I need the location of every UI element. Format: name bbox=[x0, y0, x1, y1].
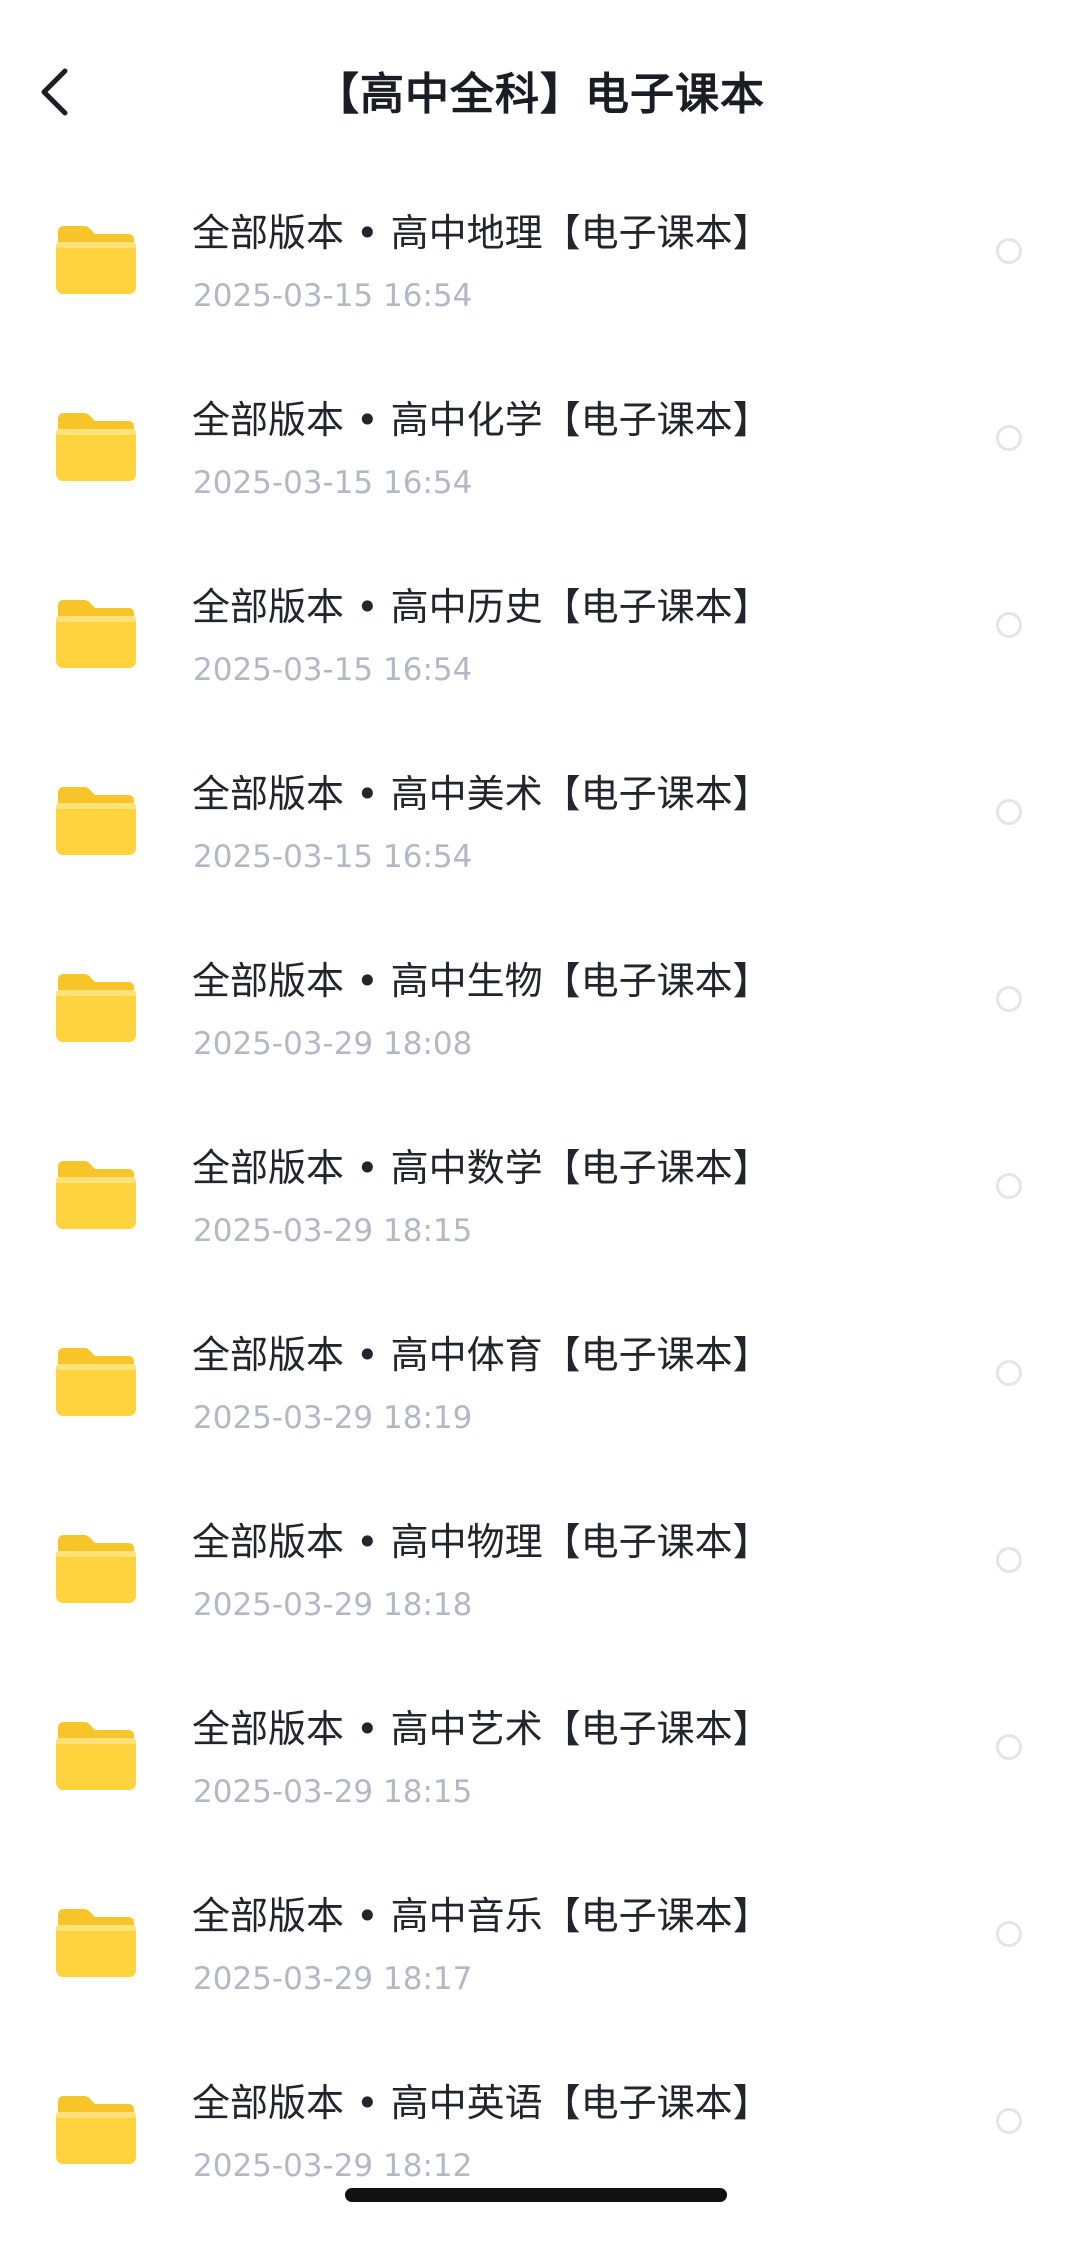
folder-icon bbox=[56, 787, 136, 855]
folder-icon bbox=[56, 1348, 136, 1416]
item-name: 全部版本 • 高中生物【电子课本】 bbox=[192, 959, 771, 1003]
list-item[interactable]: 全部版本 • 高中生物【电子课本】 2025-03-29 18:08 bbox=[0, 938, 1080, 1125]
list-item[interactable]: 全部版本 • 高中地理【电子课本】 2025-03-15 16:54 bbox=[0, 190, 1080, 377]
item-name: 全部版本 • 高中体育【电子课本】 bbox=[192, 1333, 771, 1377]
item-date: 2025-03-29 18:15 bbox=[193, 1774, 473, 1810]
item-name: 全部版本 • 高中历史【电子课本】 bbox=[192, 585, 771, 629]
file-list: 全部版本 • 高中地理【电子课本】 2025-03-15 16:54 全部版本 … bbox=[0, 190, 1080, 2247]
folder-icon bbox=[56, 1535, 136, 1603]
folder-icon bbox=[56, 1909, 136, 1977]
item-date: 2025-03-29 18:08 bbox=[193, 1026, 473, 1062]
list-item[interactable]: 全部版本 • 高中体育【电子课本】 2025-03-29 18:19 bbox=[0, 1312, 1080, 1499]
select-radio[interactable] bbox=[996, 238, 1022, 264]
select-radio[interactable] bbox=[996, 1921, 1022, 1947]
item-date: 2025-03-29 18:17 bbox=[193, 1961, 473, 1997]
select-radio[interactable] bbox=[996, 799, 1022, 825]
list-item[interactable]: 全部版本 • 高中物理【电子课本】 2025-03-29 18:18 bbox=[0, 1499, 1080, 1686]
item-date: 2025-03-29 18:19 bbox=[193, 1400, 473, 1436]
list-item[interactable]: 全部版本 • 高中化学【电子课本】 2025-03-15 16:54 bbox=[0, 377, 1080, 564]
item-date: 2025-03-29 18:18 bbox=[193, 1587, 473, 1623]
list-item[interactable]: 全部版本 • 高中音乐【电子课本】 2025-03-29 18:17 bbox=[0, 1873, 1080, 2060]
list-item[interactable]: 全部版本 • 高中历史【电子课本】 2025-03-15 16:54 bbox=[0, 564, 1080, 751]
folder-icon bbox=[56, 1161, 136, 1229]
item-name: 全部版本 • 高中化学【电子课本】 bbox=[192, 398, 771, 442]
select-radio[interactable] bbox=[996, 425, 1022, 451]
list-item[interactable]: 全部版本 • 高中英语【电子课本】 2025-03-29 18:12 bbox=[0, 2060, 1080, 2247]
select-radio[interactable] bbox=[996, 1173, 1022, 1199]
page-title: 【高中全科】电子课本 bbox=[315, 69, 765, 120]
item-name: 全部版本 • 高中数学【电子课本】 bbox=[192, 1146, 771, 1190]
folder-icon bbox=[56, 2096, 136, 2164]
list-item[interactable]: 全部版本 • 高中艺术【电子课本】 2025-03-29 18:15 bbox=[0, 1686, 1080, 1873]
folder-icon bbox=[56, 226, 136, 294]
item-name: 全部版本 • 高中美术【电子课本】 bbox=[192, 772, 771, 816]
item-date: 2025-03-15 16:54 bbox=[193, 465, 473, 501]
folder-icon bbox=[56, 974, 136, 1042]
list-item[interactable]: 全部版本 • 高中美术【电子课本】 2025-03-15 16:54 bbox=[0, 751, 1080, 938]
nav-bar: 【高中全科】电子课本 bbox=[0, 0, 1080, 190]
folder-icon bbox=[56, 413, 136, 481]
item-name: 全部版本 • 高中英语【电子课本】 bbox=[192, 2081, 771, 2125]
folder-icon bbox=[56, 1722, 136, 1790]
select-radio[interactable] bbox=[996, 1360, 1022, 1386]
folder-icon bbox=[56, 600, 136, 668]
item-name: 全部版本 • 高中地理【电子课本】 bbox=[192, 211, 771, 255]
select-radio[interactable] bbox=[996, 1734, 1022, 1760]
item-date: 2025-03-29 18:12 bbox=[193, 2148, 473, 2184]
item-date: 2025-03-15 16:54 bbox=[193, 278, 473, 314]
select-radio[interactable] bbox=[996, 986, 1022, 1012]
item-name: 全部版本 • 高中物理【电子课本】 bbox=[192, 1520, 771, 1564]
list-item[interactable]: 全部版本 • 高中数学【电子课本】 2025-03-29 18:15 bbox=[0, 1125, 1080, 1312]
home-indicator[interactable] bbox=[345, 2188, 727, 2202]
item-date: 2025-03-15 16:54 bbox=[193, 652, 473, 688]
select-radio[interactable] bbox=[996, 2108, 1022, 2134]
item-name: 全部版本 • 高中艺术【电子课本】 bbox=[192, 1707, 771, 1751]
item-name: 全部版本 • 高中音乐【电子课本】 bbox=[192, 1894, 771, 1938]
item-date: 2025-03-15 16:54 bbox=[193, 839, 473, 875]
select-radio[interactable] bbox=[996, 1547, 1022, 1573]
item-date: 2025-03-29 18:15 bbox=[193, 1213, 473, 1249]
select-radio[interactable] bbox=[996, 612, 1022, 638]
